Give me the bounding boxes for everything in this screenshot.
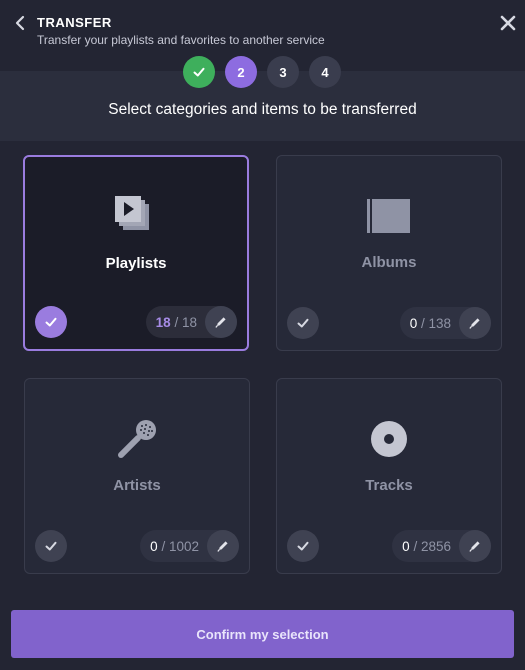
select-checkbox[interactable] [287, 530, 319, 562]
page-subtitle: Transfer your playlists and favorites to… [37, 33, 325, 47]
selected-count: 18 [155, 314, 171, 330]
edit-button[interactable] [459, 307, 491, 339]
step-2-current: 2 [225, 56, 257, 88]
selected-count: 0 [409, 315, 418, 331]
select-checkbox[interactable] [35, 306, 67, 338]
step-indicator: 2 3 4 [183, 56, 341, 88]
category-card-artists[interactable]: Artists 0 / 1002 [24, 378, 250, 574]
count-text: 18 / 18 [155, 314, 197, 330]
checkmark-icon [297, 541, 309, 551]
category-label: Playlists [105, 255, 167, 272]
selected-count: 0 [402, 538, 410, 554]
disc-icon [371, 421, 407, 457]
total-count: 138 [428, 315, 451, 331]
total-count: 2856 [420, 538, 451, 554]
category-label: Tracks [365, 477, 413, 494]
step-1-complete [183, 56, 215, 88]
edit-button[interactable] [459, 530, 491, 562]
category-label: Artists [113, 477, 161, 494]
select-checkbox[interactable] [35, 530, 67, 562]
checkmark-icon [45, 541, 57, 551]
item-counter: 0 / 2856 [392, 530, 491, 562]
pencil-icon [469, 541, 480, 552]
back-arrow-icon[interactable] [12, 14, 28, 32]
count-text: 0 / 1002 [150, 538, 199, 554]
confirm-selection-button[interactable]: Confirm my selection [11, 610, 514, 658]
item-counter: 18 / 18 [145, 306, 237, 338]
total-count: 1002 [168, 538, 199, 554]
count-text: 0 / 2856 [402, 538, 451, 554]
edit-button[interactable] [205, 306, 237, 338]
edit-button[interactable] [207, 530, 239, 562]
pencil-icon [215, 317, 226, 328]
playlists-icon [115, 196, 149, 230]
microphone-icon [118, 420, 156, 458]
selected-count: 0 [150, 538, 158, 554]
category-card-playlists[interactable]: Playlists 18 / 18 [23, 155, 249, 351]
pencil-icon [469, 318, 480, 329]
album-icon [367, 199, 410, 233]
count-text: 0 / 138 [409, 315, 451, 331]
checkmark-icon [45, 317, 57, 327]
total-count: 18 [181, 314, 197, 330]
category-card-albums[interactable]: Albums 0 / 138 [276, 155, 502, 351]
checkmark-icon [193, 67, 205, 77]
pencil-icon [217, 541, 228, 552]
step-3: 3 [267, 56, 299, 88]
page-title: TRANSFER [37, 15, 112, 30]
close-icon[interactable] [500, 15, 516, 31]
category-card-tracks[interactable]: Tracks 0 / 2856 [276, 378, 502, 574]
item-counter: 0 / 138 [399, 307, 491, 339]
item-counter: 0 / 1002 [140, 530, 239, 562]
step-4: 4 [309, 56, 341, 88]
checkmark-icon [297, 318, 309, 328]
category-label: Albums [361, 254, 417, 271]
instruction-heading: Select categories and items to be transf… [108, 101, 417, 118]
select-checkbox[interactable] [287, 307, 319, 339]
